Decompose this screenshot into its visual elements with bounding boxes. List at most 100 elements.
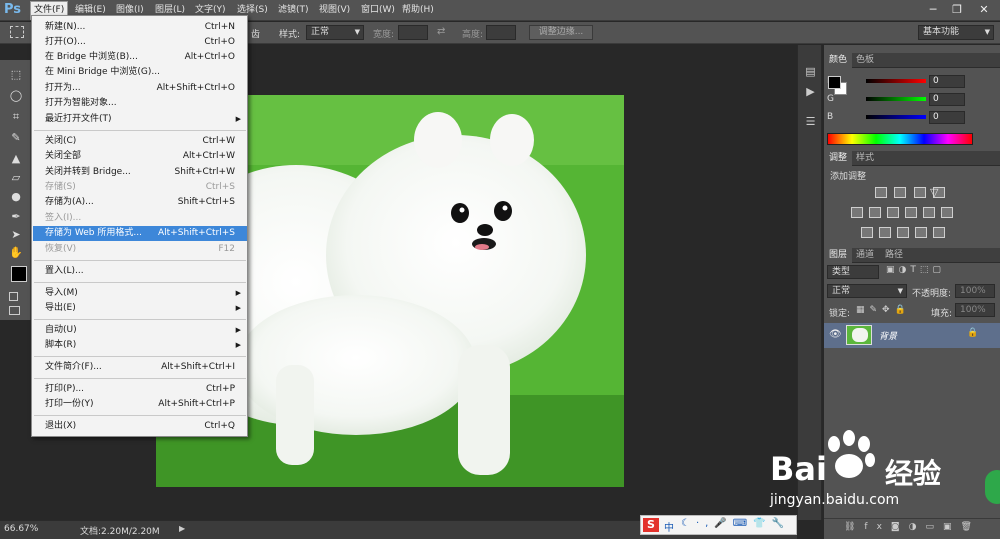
menu-item-close-all[interactable]: 关闭全部 Alt+Ctrl+W [33,149,247,164]
zoom-level[interactable]: 66.67% [4,524,38,534]
baidu-watermark: Bai 经验 jingyan.baidu.com [770,430,980,510]
layer-filter-select[interactable]: 类型 [827,265,879,279]
pen-tool-icon[interactable]: ✒ [8,210,24,223]
gradient-map-icon[interactable] [933,227,945,238]
menu-item-open-smart-object[interactable]: 打开为智能对象... [33,96,247,111]
marquee-preset-icon[interactable] [10,26,24,38]
menu-item-recent-files[interactable]: 最近打开文件(T) ▶ [33,112,247,127]
minimize-icon[interactable]: ─ [922,1,944,18]
crop-tool-icon[interactable]: ⌗ [8,110,24,123]
sogou-logo-icon[interactable]: S [643,518,659,532]
clone-stamp-icon[interactable]: ▲ [8,152,24,165]
menu-item-export[interactable]: 导出(E) ▶ [33,301,247,316]
tab-swatches[interactable]: 色板 [851,53,879,68]
foreground-color-swatch[interactable] [11,266,27,282]
play-action-icon[interactable]: ▶ [803,85,818,99]
menu-item-import[interactable]: 导入(M) ▶ [33,286,247,301]
path-select-icon[interactable]: ➤ [8,228,24,241]
lock-options-icons[interactable]: ▦✎✥🔒 [856,305,911,315]
menu-help[interactable]: 帮助(H) [399,3,437,18]
vibrance-icon[interactable]: ▽ [930,186,938,199]
blur-tool-icon[interactable]: ● [8,190,24,203]
blue-slider[interactable] [866,115,926,119]
menu-item-exit[interactable]: 退出(X) Ctrl+Q [33,419,247,434]
menu-item-browse-mini-bridge[interactable]: 在 Mini Bridge 中浏览(G)... [33,65,247,80]
workspace-select[interactable]: 基本功能 ▼ [918,25,994,40]
color-spectrum-bar[interactable] [827,133,973,145]
tab-styles[interactable]: 样式 [851,151,879,166]
opacity-input[interactable]: 100% [955,284,995,298]
menu-item-save-as[interactable]: 存储为(A)... Shift+Ctrl+S [33,195,247,210]
eraser-tool-icon[interactable]: ▱ [8,171,24,184]
floating-badge-icon[interactable] [985,470,1000,504]
menu-item-print-one-copy[interactable]: 打印一份(Y) Alt+Shift+Ctrl+P [33,397,247,412]
menu-item-new[interactable]: 新建(N)... Ctrl+N [33,20,247,35]
tab-color[interactable]: 颜色 [824,53,853,68]
green-value-input[interactable]: 0 [929,93,965,106]
menu-item-browse-bridge[interactable]: 在 Bridge 中浏览(B)... Alt+Ctrl+O [33,50,247,65]
marquee-tool-icon[interactable]: ⬚ [8,68,24,81]
menu-item-save-for-web[interactable]: 存储为 Web 所用格式... Alt+Shift+Ctrl+S [33,226,247,241]
green-slider[interactable] [866,97,926,101]
layer-filter-icons[interactable]: ▣◑T⬚▢ [886,265,945,275]
screen-mode-icon[interactable] [9,306,20,315]
menu-item-close-go-bridge[interactable]: 关闭并转到 Bridge... Shift+Ctrl+W [33,165,247,180]
refine-edge-button[interactable]: 调整边缘... [529,25,593,40]
style-select[interactable]: 正常 ▼ [306,25,364,40]
ime-tool-icons[interactable]: ☾·,🎤⌨👕🔧 [681,518,790,529]
channel-mixer-icon[interactable] [923,207,935,218]
hand-tool-icon[interactable]: ✋ [8,246,24,259]
curves-icon[interactable] [914,187,926,198]
menu-item-label: 脚本(R) [45,340,77,350]
menu-filter[interactable]: 滤镜(T) [275,3,312,18]
posterize-icon[interactable] [879,227,891,238]
height-input[interactable] [486,25,516,40]
visibility-eye-icon[interactable]: 👁 [829,329,842,340]
tab-layers[interactable]: 图层 [824,248,853,263]
levels-icon[interactable] [894,187,906,198]
layer-footer-icons[interactable]: ⛓fx◙◑▭▣🗑 [844,522,981,532]
layer-row[interactable]: 👁 背景 🔒 [824,323,1000,348]
tab-adjustments[interactable]: 调整 [824,151,853,166]
ime-language-toggle[interactable]: 中 [664,519,674,534]
menu-item-file-info[interactable]: 文件简介(F)... Alt+Shift+Ctrl+I [33,360,247,375]
menu-window[interactable]: 窗口(W) [358,3,398,18]
menu-item-open[interactable]: 打开(O)... Ctrl+O [33,35,247,50]
blue-value-input[interactable]: 0 [929,111,965,124]
menu-item-close[interactable]: 关闭(C) Ctrl+W [33,134,247,149]
menu-item-automate[interactable]: 自动(U) ▶ [33,323,247,338]
blend-mode-select[interactable]: 正常 ▼ [827,284,907,298]
color-balance-icon[interactable] [869,207,881,218]
selective-color-icon[interactable] [915,227,927,238]
menu-item-shortcut: Ctrl+N [204,22,235,32]
menu-item-open-as[interactable]: 打开为... Alt+Shift+Ctrl+O [33,81,247,96]
photo-filter-icon[interactable] [905,207,917,218]
close-icon[interactable]: ✕ [970,1,998,18]
quick-mask-icon[interactable] [9,292,18,301]
black-white-icon[interactable] [887,207,899,218]
fill-input[interactable]: 100% [955,303,995,317]
hue-saturation-icon[interactable] [851,207,863,218]
properties-icon[interactable]: ☰ [803,115,818,129]
invert-icon[interactable] [861,227,873,238]
healing-brush-icon[interactable]: ✎ [8,131,24,144]
status-menu-arrow-icon[interactable]: ▶ [179,524,185,533]
foreground-color-swatch[interactable] [828,76,841,89]
history-icon[interactable]: ▤ [803,65,818,79]
swap-icon[interactable]: ⇄ [437,26,445,37]
menu-item-scripts[interactable]: 脚本(R) ▶ [33,338,247,353]
width-input[interactable] [398,25,428,40]
tab-paths[interactable]: 路径 [880,248,908,263]
red-value-input[interactable]: 0 [929,75,965,88]
red-slider[interactable] [866,79,926,83]
color-lookup-icon[interactable] [941,207,953,218]
restore-icon[interactable]: ❐ [946,1,968,18]
threshold-icon[interactable] [897,227,909,238]
menu-separator [34,356,246,357]
lasso-tool-icon[interactable]: ◯ [8,89,24,102]
menu-item-place[interactable]: 置入(L)... [33,264,247,279]
menu-item-print[interactable]: 打印(P)... Ctrl+P [33,382,247,397]
brightness-contrast-icon[interactable] [875,187,887,198]
tab-channels[interactable]: 通道 [851,248,879,263]
menu-view[interactable]: 视图(V) [316,3,353,18]
